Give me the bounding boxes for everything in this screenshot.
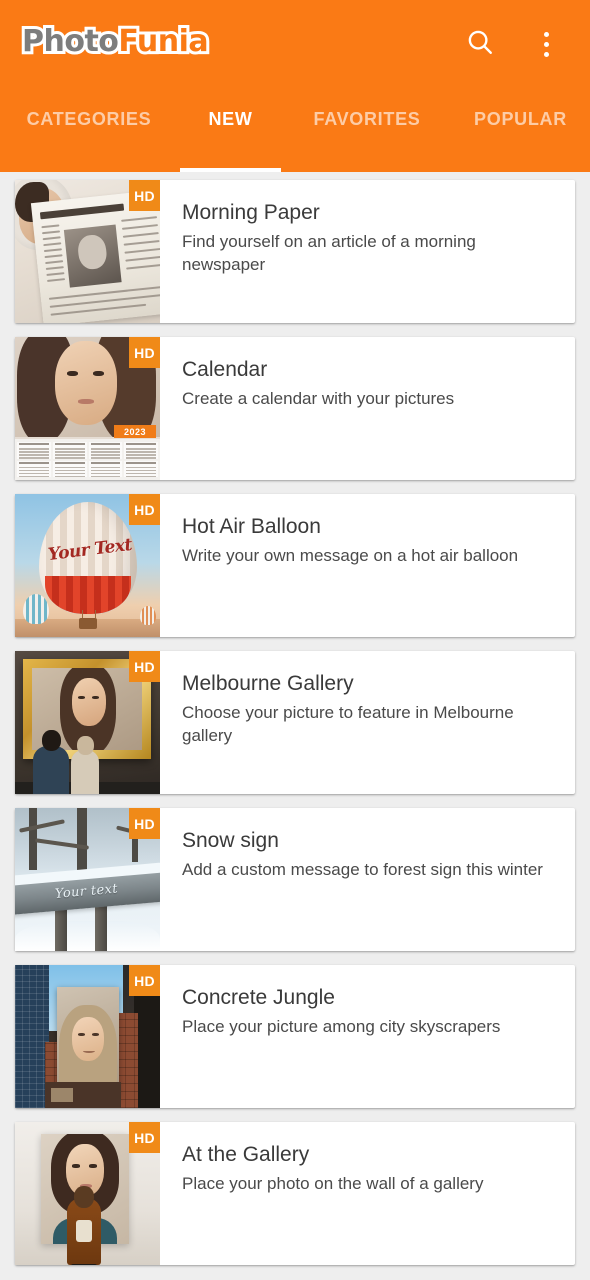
hd-badge: HD <box>129 651 160 682</box>
effect-thumbnail: Your text HD <box>15 808 160 951</box>
effect-card-morning-paper[interactable]: HD Morning Paper Find yourself on an art… <box>15 180 575 323</box>
effect-description: Choose your picture to feature in Melbou… <box>182 703 514 746</box>
effect-title: Hot Air Balloon <box>182 515 321 538</box>
logo-text-photo: Photo <box>19 24 122 60</box>
effect-title: Concrete Jungle <box>182 986 335 1009</box>
tab-bar: CATEGORIES NEW FAVORITES POPULAR <box>0 88 590 172</box>
effect-card-body: Morning Paper Find yourself on an articl… <box>160 180 575 323</box>
tab-popular-label: POPULAR <box>474 108 567 129</box>
tab-favorites-label: FAVORITES <box>313 108 421 129</box>
effect-title: Calendar <box>182 358 268 381</box>
effect-thumbnail: Your Text HD <box>15 494 160 637</box>
tab-categories[interactable]: CATEGORIES <box>4 88 174 172</box>
app-bar-actions <box>460 24 590 64</box>
tab-new[interactable]: NEW <box>174 88 287 172</box>
hd-badge: HD <box>129 180 160 211</box>
effect-card-body: Snow sign Add a custom message to forest… <box>160 808 575 951</box>
tab-new-label: NEW <box>208 108 253 129</box>
effect-description: Create a calendar with your pictures <box>182 389 455 409</box>
hd-badge: HD <box>129 1122 160 1153</box>
effect-title: At the Gallery <box>182 1143 310 1166</box>
hd-badge: HD <box>129 965 160 996</box>
effect-card-body: Concrete Jungle Place your picture among… <box>160 965 575 1108</box>
calendar-year-label: 2023 <box>114 425 156 438</box>
effect-card-body: Calendar Create a calendar with your pic… <box>160 337 575 480</box>
more-vertical-icon <box>543 31 549 57</box>
snow-sign-sample-text: Your text <box>54 881 119 902</box>
effect-description: Add a custom message to forest sign this… <box>182 860 543 880</box>
effect-card-at-the-gallery[interactable]: HD At the Gallery Place your photo on th… <box>15 1122 575 1265</box>
logo-text-funia: Funia <box>115 24 211 60</box>
search-icon <box>465 27 495 62</box>
effect-thumbnail: HD <box>15 651 160 794</box>
app-bar-top-row: PhotoFunia <box>0 0 590 88</box>
overflow-menu-button[interactable] <box>526 24 566 64</box>
effect-card-calendar[interactable]: 2023 HD Calendar Create a calendar with … <box>15 337 575 480</box>
effect-title: Morning Paper <box>182 201 320 224</box>
effect-card-body: At the Gallery Place your photo on the w… <box>160 1122 575 1265</box>
effect-description: Place your picture among city skyscraper… <box>182 1017 501 1037</box>
effect-card-snow-sign[interactable]: Your text HD Snow sign Add a custom mess… <box>15 808 575 951</box>
effect-thumbnail: HD <box>15 1122 160 1265</box>
effect-card-melbourne-gallery[interactable]: HD Melbourne Gallery Choose your picture… <box>15 651 575 794</box>
effect-title: Melbourne Gallery <box>182 672 354 695</box>
effect-description: Find yourself on an article of a morning… <box>182 232 476 275</box>
hd-badge: HD <box>129 337 160 368</box>
effect-card-concrete-jungle[interactable]: HD Concrete Jungle Place your picture am… <box>15 965 575 1108</box>
effect-card-body: Melbourne Gallery Choose your picture to… <box>160 651 575 794</box>
search-button[interactable] <box>460 24 500 64</box>
hd-badge: HD <box>129 494 160 525</box>
hd-badge: HD <box>129 808 160 839</box>
effect-title: Snow sign <box>182 829 279 852</box>
effect-thumbnail: HD <box>15 965 160 1108</box>
effect-thumbnail: 2023 HD <box>15 337 160 480</box>
app-bar: PhotoFunia CATEGORIES NEW FAVORITES POPU… <box>0 0 590 172</box>
effect-card-body: Hot Air Balloon Write your own message o… <box>160 494 575 637</box>
tab-favorites[interactable]: FAVORITES <box>287 88 447 172</box>
effect-list: HD Morning Paper Find yourself on an art… <box>0 172 590 1265</box>
effect-thumbnail: HD <box>15 180 160 323</box>
tab-categories-label: CATEGORIES <box>26 108 152 129</box>
photofunia-logo: PhotoFunia <box>19 24 212 60</box>
tab-popular[interactable]: POPULAR <box>447 88 590 172</box>
effect-card-hot-air-balloon[interactable]: Your Text HD Hot Air Balloon Write your … <box>15 494 575 637</box>
effect-description: Place your photo on the wall of a galler… <box>182 1174 484 1194</box>
effect-description: Write your own message on a hot air ball… <box>182 546 519 566</box>
